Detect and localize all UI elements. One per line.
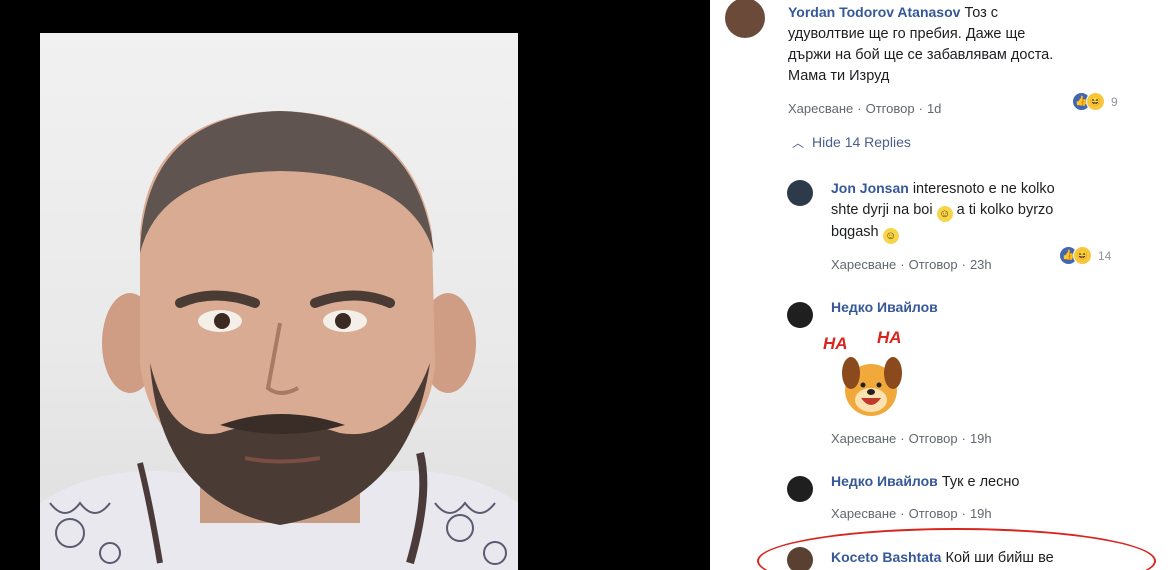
reply-time[interactable]: 19h (970, 506, 992, 521)
mugshot-photo (40, 33, 518, 570)
like-link[interactable]: Харесване (788, 101, 853, 116)
comment-text-line4: Мама ти Изруд (788, 68, 890, 84)
reply-time[interactable]: 19h (970, 431, 992, 446)
reply: Koceto Bashtata Кой ши бийш ве (831, 547, 1054, 569)
reply-text-line3: bqgash (831, 224, 879, 240)
reaction-count: 14 (1098, 248, 1112, 263)
comment: Yordan Todorov Atanasov Тоз с удуволтвие… (788, 2, 1158, 87)
reply-text-line2a: shte dyrji na boi (831, 202, 933, 218)
reply-text: Кой ши бийш ве (945, 550, 1054, 566)
comment-author[interactable]: Yordan Todorov Atanasov (788, 4, 960, 20)
reply-text-line2b: a ti kolko byrzo (956, 202, 1054, 218)
comment-text-line1: Тоз с (964, 5, 999, 21)
mugshot-illustration (40, 111, 518, 570)
reply-author[interactable]: Недко Ивайлов (831, 299, 938, 315)
reply-actions: Харесване · Отговор · 23h (831, 257, 992, 272)
reply-author[interactable]: Koceto Bashtata (831, 549, 941, 565)
avatar[interactable] (787, 302, 813, 328)
like-link[interactable]: Харесване (831, 257, 896, 272)
reply-time[interactable]: 23h (970, 257, 992, 272)
reply-link[interactable]: Отговор (909, 506, 958, 521)
comments-panel: Yordan Todorov Atanasov Тоз с удуволтвие… (710, 0, 1170, 570)
chevron-up-icon: ︿ (792, 136, 805, 150)
reaction-summary[interactable]: 👍 😆 9 (1072, 92, 1118, 111)
avatar[interactable] (787, 180, 813, 206)
comment-actions: Харесване · Отговор · 1d (788, 101, 942, 116)
reply-link[interactable]: Отговор (909, 431, 958, 446)
haha-reaction-icon: 😆 (1086, 92, 1105, 111)
hide-replies-label: Hide 14 Replies (812, 134, 911, 150)
haha-reaction-icon: 😆 (1073, 246, 1092, 265)
reaction-summary[interactable]: 👍 😆 14 (1059, 246, 1111, 265)
avatar[interactable] (787, 476, 813, 502)
comment-text-line3: държи на бой ще се забавлявам доста. (788, 47, 1054, 63)
reply: Jon Jonsan interesnoto e ne kolko shte d… (831, 178, 1141, 244)
sticker-text-2: HA (877, 328, 902, 347)
reply-link[interactable]: Отговор (909, 257, 958, 272)
reply-author[interactable]: Недко Ивайлов (831, 473, 938, 489)
reply-text-line1: interesnoto e ne kolko (912, 181, 1055, 197)
reply-link[interactable]: Отговор (866, 101, 915, 116)
comment-time[interactable]: 1d (927, 101, 941, 116)
reply-actions: Харесване · Отговор · 19h (831, 431, 992, 446)
hide-replies-link[interactable]: ︿ Hide 14 Replies (792, 134, 911, 151)
avatar[interactable] (725, 0, 765, 38)
smile-emoji-icon: ☺ (882, 228, 899, 244)
reply-author[interactable]: Jon Jonsan (831, 180, 909, 196)
haha-dog-sticker[interactable]: HA HA (823, 328, 913, 428)
reply-text: Тук е лесно (941, 474, 1020, 490)
like-link[interactable]: Харесване (831, 506, 896, 521)
sticker-text-1: HA (823, 334, 848, 353)
smile-emoji-icon: ☺ (936, 206, 953, 222)
reply: Недко Ивайлов Тук е лесно (831, 471, 1019, 493)
like-link[interactable]: Харесване (831, 431, 896, 446)
reply-actions: Харесване · Отговор · 19h (831, 506, 992, 521)
comment-text-line2: удуволтвие ще го пребия. Даже ще (788, 26, 1026, 42)
reply: Недко Ивайлов (831, 297, 938, 319)
avatar[interactable] (787, 547, 813, 570)
left-panel (0, 0, 710, 570)
reaction-count: 9 (1111, 94, 1118, 109)
